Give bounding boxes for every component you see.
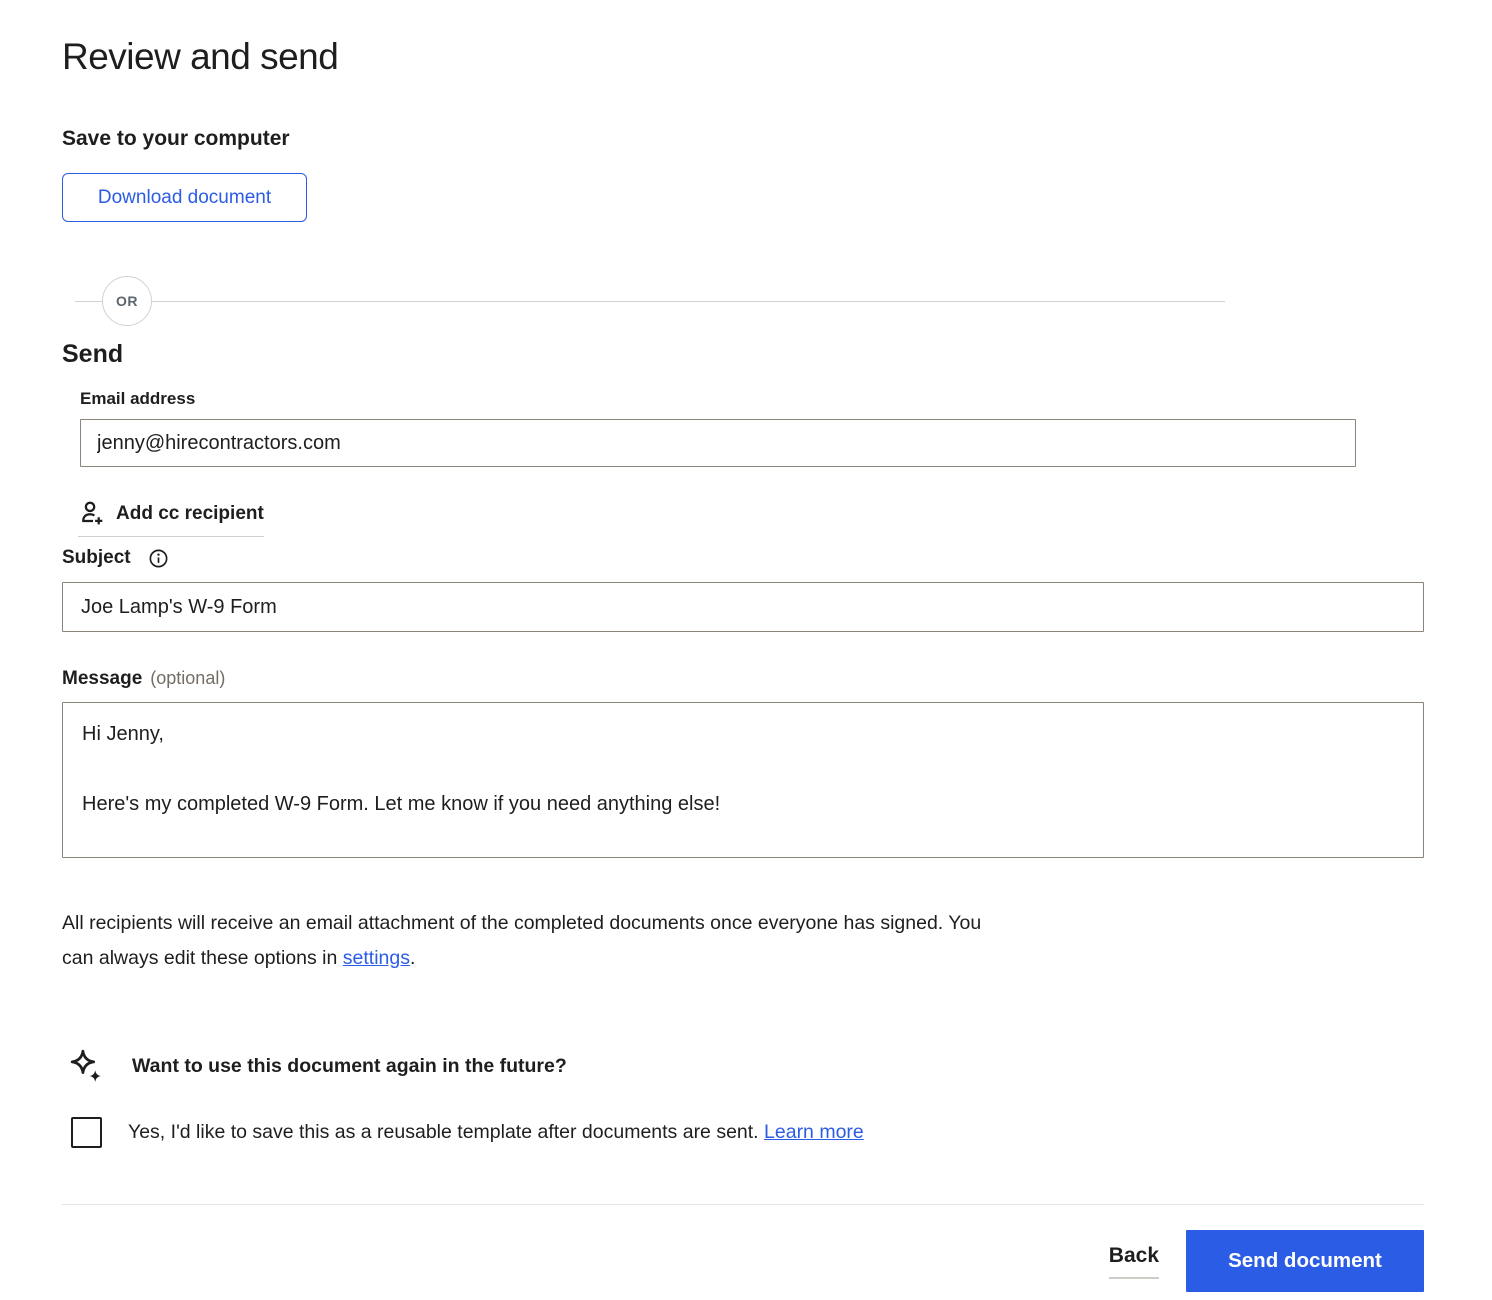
- save-to-computer-heading: Save to your computer: [62, 127, 1424, 151]
- email-address-input[interactable]: [80, 419, 1356, 467]
- add-cc-recipient-button[interactable]: Add cc recipient: [78, 499, 264, 537]
- subject-input[interactable]: [62, 582, 1424, 632]
- save-template-checkbox[interactable]: [71, 1117, 102, 1148]
- save-template-row: Yes, I'd like to save this as a reusable…: [71, 1117, 1424, 1148]
- page-title: Review and send: [62, 38, 1424, 75]
- footer-actions: Back Send document: [62, 1230, 1424, 1292]
- template-question: Want to use this document again in the f…: [132, 1055, 567, 1078]
- message-label-row: Message (optional): [62, 668, 1424, 690]
- message-textarea[interactable]: Hi Jenny, Here's my completed W-9 Form. …: [62, 702, 1424, 858]
- email-address-label: Email address: [80, 389, 195, 409]
- subject-label: Subject: [62, 547, 131, 569]
- or-divider-line-right: [152, 301, 1225, 302]
- recipients-notice-text: All recipients will receive an email att…: [62, 912, 981, 969]
- send-heading: Send: [62, 340, 1424, 369]
- sparkle-icon: [68, 1048, 105, 1085]
- subject-label-row: Subject: [62, 547, 1424, 569]
- person-plus-icon: [78, 499, 105, 529]
- download-document-button[interactable]: Download document: [62, 173, 307, 222]
- review-and-send-page: Review and send Save to your computer Do…: [0, 0, 1492, 1292]
- or-divider-line-left: [75, 301, 102, 302]
- add-cc-recipient-label: Add cc recipient: [116, 503, 264, 525]
- message-label: Message: [62, 668, 142, 690]
- recipients-notice-period: .: [410, 947, 415, 969]
- or-divider: OR: [75, 276, 1225, 326]
- save-template-label: Yes, I'd like to save this as a reusable…: [128, 1121, 864, 1144]
- send-document-button[interactable]: Send document: [1186, 1230, 1424, 1292]
- message-optional-hint: (optional): [150, 668, 225, 689]
- settings-link[interactable]: settings: [343, 947, 410, 969]
- back-button[interactable]: Back: [1109, 1244, 1159, 1279]
- email-field-group: Email address: [80, 389, 1424, 467]
- learn-more-link[interactable]: Learn more: [764, 1121, 864, 1143]
- recipients-notice: All recipients will receive an email att…: [62, 906, 982, 976]
- save-template-label-text: Yes, I'd like to save this as a reusable…: [128, 1121, 764, 1143]
- or-divider-badge: OR: [102, 276, 152, 326]
- info-icon[interactable]: [148, 548, 169, 569]
- template-question-row: Want to use this document again in the f…: [68, 1048, 1424, 1085]
- footer-divider: [62, 1204, 1424, 1205]
